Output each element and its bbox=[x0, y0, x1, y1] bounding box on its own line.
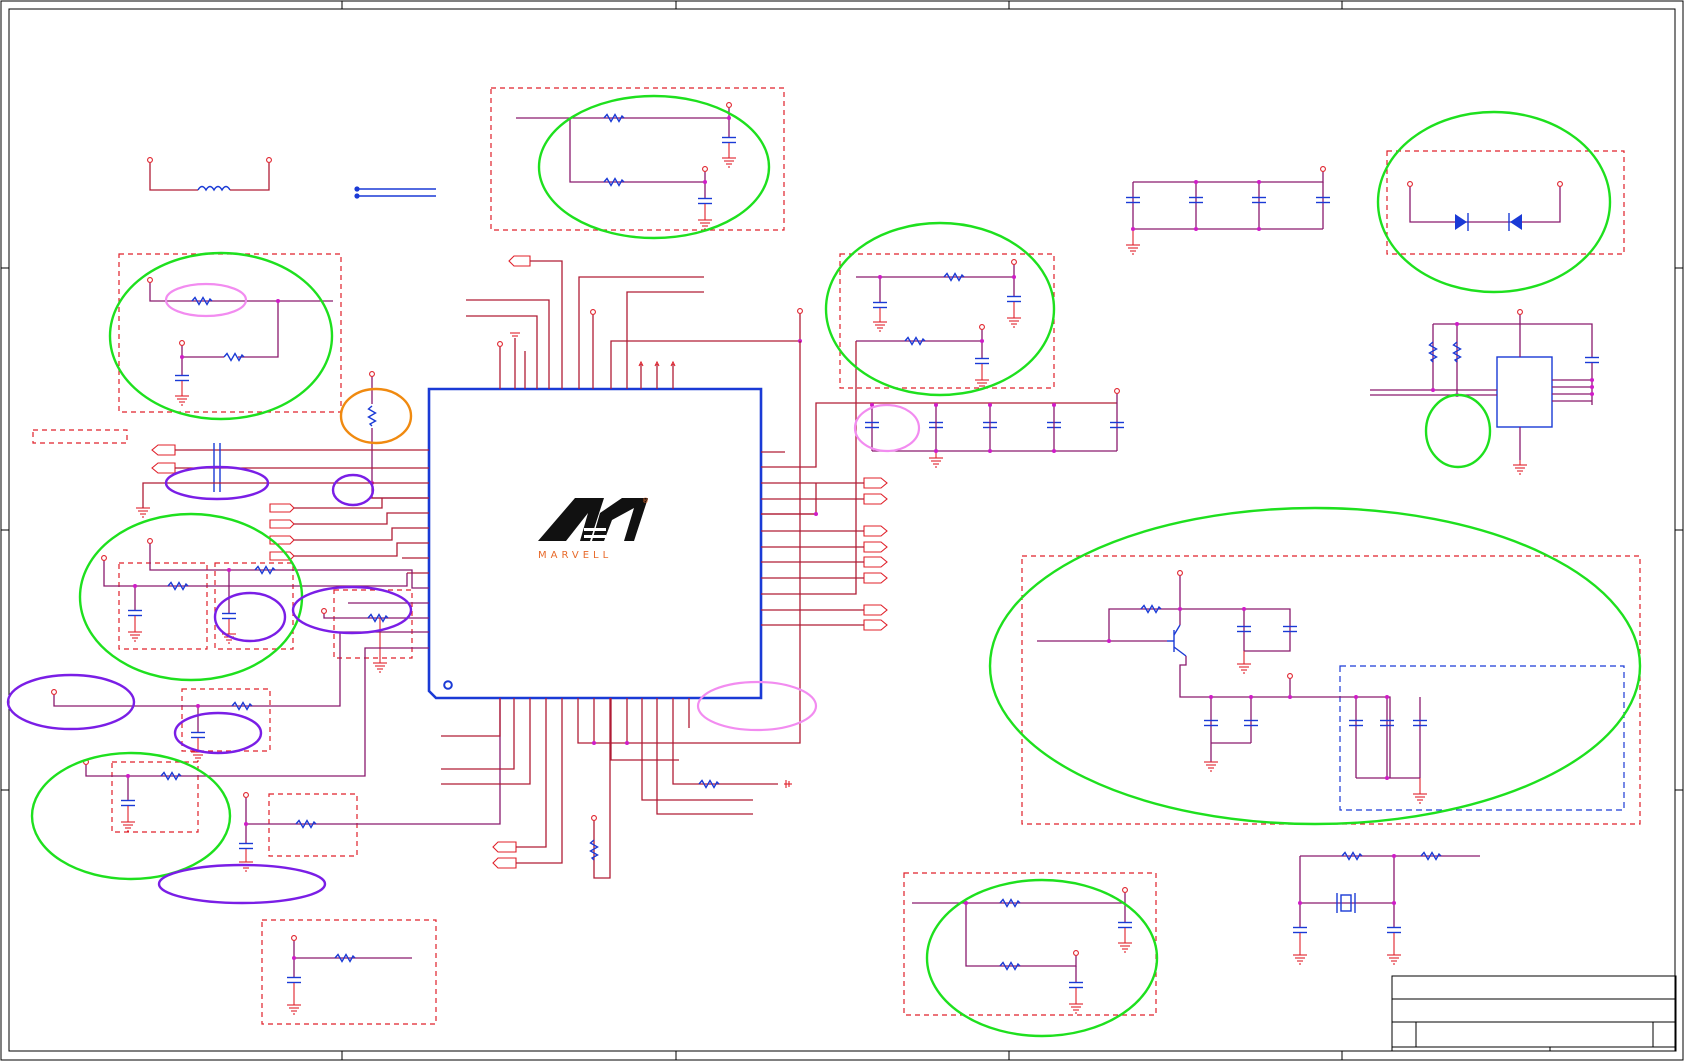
ic-bottom-pins bbox=[441, 341, 801, 879]
violet-highlight-7 bbox=[157, 863, 327, 905]
green-highlight-1 bbox=[537, 94, 771, 240]
transistor-regulator bbox=[1037, 570, 1428, 804]
green-highlight-5 bbox=[824, 221, 1056, 397]
ic-right-pins bbox=[761, 341, 1117, 631]
logo-wordmark: MARVELL bbox=[538, 550, 612, 561]
orange-highlight-1 bbox=[339, 387, 413, 445]
green-highlight-6 bbox=[1376, 110, 1612, 294]
inductor-net bbox=[147, 157, 436, 199]
marvell-logo: MARVELL ® bbox=[538, 497, 649, 561]
right-upper-rc bbox=[856, 259, 1022, 390]
group-boxes bbox=[32, 87, 1641, 1025]
violet-highlight-6 bbox=[173, 711, 263, 755]
ic-top-pins bbox=[466, 255, 803, 389]
registered-mark: ® bbox=[642, 497, 649, 505]
main-ic-chip bbox=[427, 387, 763, 700]
decoupling-caps-right bbox=[864, 388, 1125, 468]
annotation-overlay bbox=[6, 94, 1642, 1038]
crystal-oscillator bbox=[1292, 851, 1480, 965]
diode-pair bbox=[1407, 181, 1563, 231]
green-highlight-2 bbox=[108, 251, 334, 421]
violet-highlight-4 bbox=[291, 585, 413, 635]
pink-highlight-2 bbox=[853, 403, 921, 453]
schematic-canvas: MARVELL ® bbox=[0, 0, 1684, 1061]
violet-highlight-5 bbox=[6, 673, 136, 731]
pink-highlight-1 bbox=[164, 282, 248, 318]
bottom-rc-network bbox=[912, 887, 1133, 1014]
green-highlight-4 bbox=[30, 751, 232, 881]
violet-highlight-2 bbox=[331, 473, 375, 507]
violet-highlight-3 bbox=[213, 591, 287, 643]
decoupling-caps-top-right bbox=[1125, 166, 1331, 255]
title-block bbox=[1391, 975, 1677, 1052]
left-lower-rc bbox=[51, 631, 501, 1015]
pink-highlight-3 bbox=[696, 680, 818, 732]
pullup-resistor bbox=[367, 371, 429, 499]
left-upper-rc bbox=[147, 277, 333, 406]
left-signal-lines bbox=[135, 443, 429, 574]
top-rc-network bbox=[516, 102, 737, 230]
green-highlight-7 bbox=[1424, 393, 1492, 469]
left-middle-rc bbox=[101, 538, 429, 673]
